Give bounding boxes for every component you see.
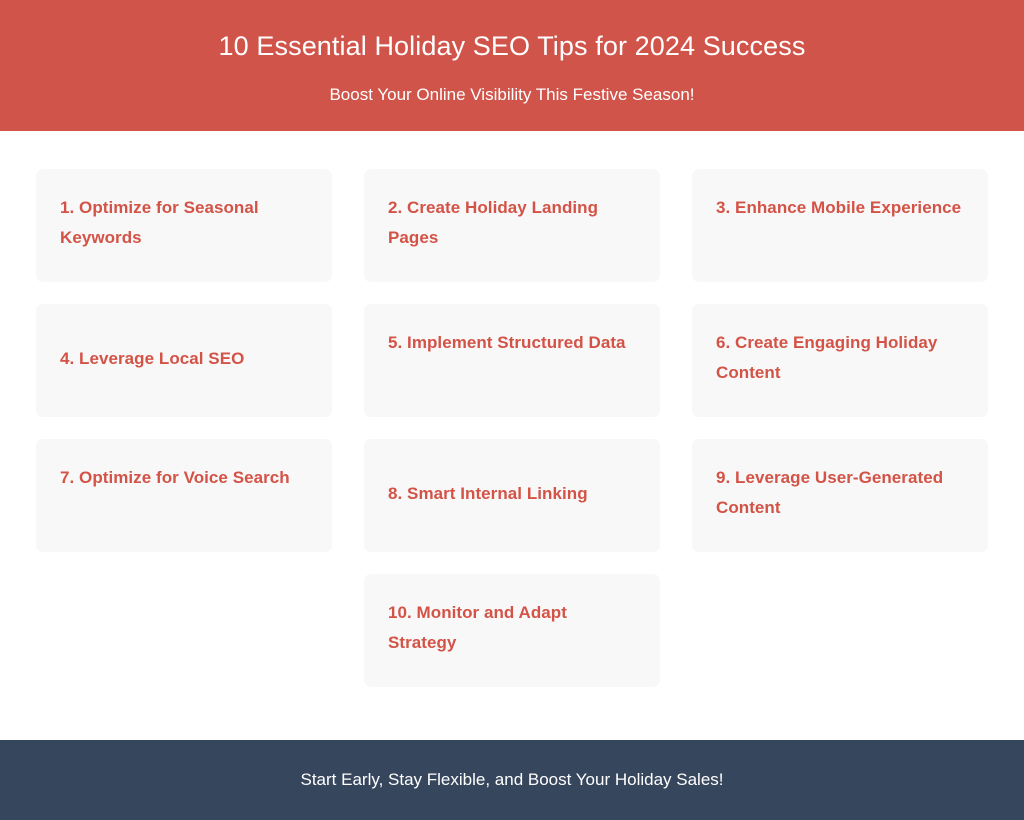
- tip-card-5[interactable]: 5. Implement Structured Data: [364, 304, 660, 417]
- tip-card-label: 5. Implement Structured Data: [388, 333, 626, 352]
- tips-grid-spacer-right: [692, 574, 988, 687]
- tip-card-4[interactable]: 4. Leverage Local SEO: [36, 304, 332, 417]
- tip-card-label: 9. Leverage User-Generated Content: [716, 468, 944, 518]
- tip-card-6[interactable]: 6. Create Engaging Holiday Content: [692, 304, 988, 417]
- tip-card-label: 3. Enhance Mobile Experience: [716, 198, 962, 217]
- tip-card-9[interactable]: 9. Leverage User-Generated Content: [692, 439, 988, 552]
- tip-card-label: 10. Monitor and Adapt Strategy: [388, 603, 567, 653]
- tip-card-label: 4. Leverage Local SEO: [60, 349, 245, 369]
- page-header: 10 Essential Holiday SEO Tips for 2024 S…: [0, 0, 1024, 131]
- tip-card-label: 1. Optimize for Seasonal Keywords: [60, 198, 259, 248]
- tip-card-label: 6. Create Engaging Holiday Content: [716, 333, 938, 383]
- page-title: 10 Essential Holiday SEO Tips for 2024 S…: [218, 31, 806, 62]
- tip-card-3[interactable]: 3. Enhance Mobile Experience: [692, 169, 988, 282]
- tip-card-label: 8. Smart Internal Linking: [388, 484, 588, 504]
- tip-card-7[interactable]: 7. Optimize for Voice Search: [36, 439, 332, 552]
- page-subtitle: Boost Your Online Visibility This Festiv…: [329, 84, 695, 104]
- tips-grid-spacer-left: [36, 574, 332, 687]
- tip-card-8[interactable]: 8. Smart Internal Linking: [364, 439, 660, 552]
- footer-tagline: Start Early, Stay Flexible, and Boost Yo…: [300, 769, 724, 789]
- tip-card-10[interactable]: 10. Monitor and Adapt Strategy: [364, 574, 660, 687]
- tip-card-label: 7. Optimize for Voice Search: [60, 468, 290, 487]
- infographic-page: 10 Essential Holiday SEO Tips for 2024 S…: [0, 0, 1024, 820]
- tip-card-label: 2. Create Holiday Landing Pages: [388, 198, 599, 248]
- tips-grid: 1. Optimize for Seasonal Keywords 2. Cre…: [36, 169, 988, 687]
- tip-card-1[interactable]: 1. Optimize for Seasonal Keywords: [36, 169, 332, 282]
- page-footer: Start Early, Stay Flexible, and Boost Yo…: [0, 740, 1024, 820]
- tip-card-2[interactable]: 2. Create Holiday Landing Pages: [364, 169, 660, 282]
- tips-section: 1. Optimize for Seasonal Keywords 2. Cre…: [0, 131, 1024, 740]
